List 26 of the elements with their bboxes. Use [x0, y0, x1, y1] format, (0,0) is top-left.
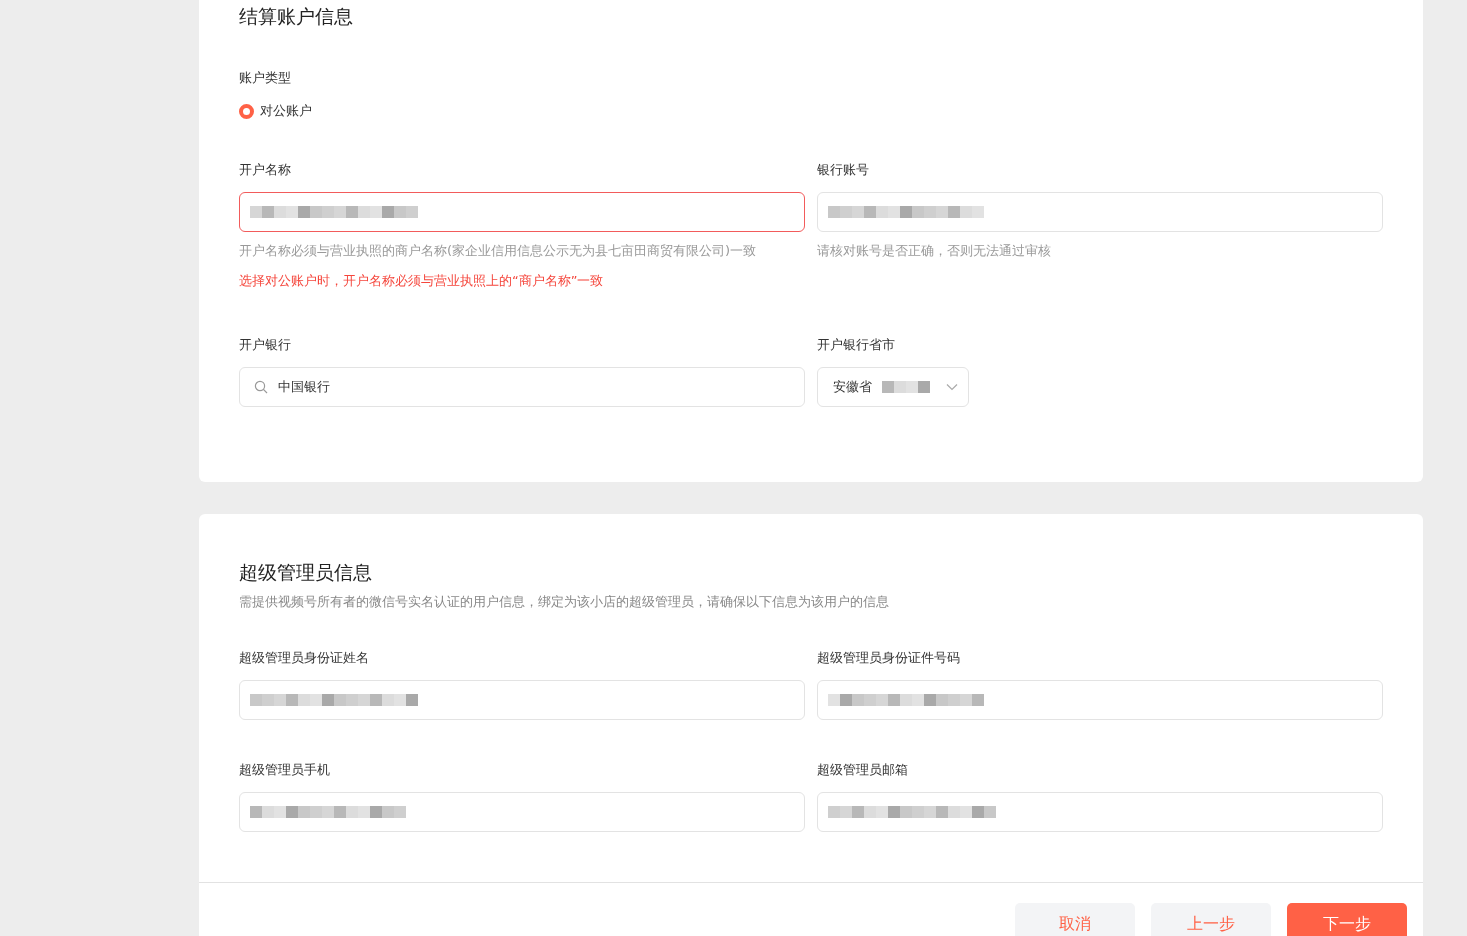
error-message: 选择对公账户时，开户名称必须与营业执照上的“商户名称”一致 — [239, 272, 605, 290]
field-label: 超级管理员身份证姓名 — [239, 649, 370, 667]
next-button[interactable]: 下一步 — [1287, 903, 1407, 936]
chevron-down-icon — [946, 383, 958, 391]
field-label: 开户银行 — [239, 336, 292, 354]
secondary-button[interactable]: 取消 — [1015, 903, 1135, 936]
field-label: 超级管理员邮箱 — [817, 761, 909, 779]
field-label: 开户名称 — [239, 161, 292, 179]
search-field[interactable]: 中国银行 — [239, 367, 805, 407]
hint-text: 请核对账号是否正确，否则无法通过审核 — [817, 242, 1052, 260]
field-value: 中国银行 — [278, 378, 330, 396]
field-label: 超级管理员身份证件号码 — [817, 649, 961, 667]
section-title: 结算账户信息 — [239, 4, 354, 29]
input-field[interactable] — [239, 192, 805, 232]
field-label: 超级管理员手机 — [239, 761, 331, 779]
section-description: 需提供视频号所有者的微信号实名认证的用户信息，绑定为该小店的超级管理员，请确保以下信息为该用户的信息 — [239, 593, 890, 611]
section-title: 超级管理员信息 — [239, 560, 373, 585]
field-label: 银行账号 — [817, 161, 870, 179]
radio-button[interactable] — [239, 103, 254, 119]
secondary-button[interactable]: 上一步 — [1151, 903, 1271, 936]
field-label: 开户银行省市 — [817, 336, 896, 354]
search-icon — [254, 380, 268, 394]
field-value: 安徽省 — [833, 378, 872, 396]
radio-label: 对公账户 — [260, 102, 312, 120]
province-select[interactable]: 安徽省 — [817, 367, 969, 407]
field-label: 账户类型 — [239, 69, 292, 87]
